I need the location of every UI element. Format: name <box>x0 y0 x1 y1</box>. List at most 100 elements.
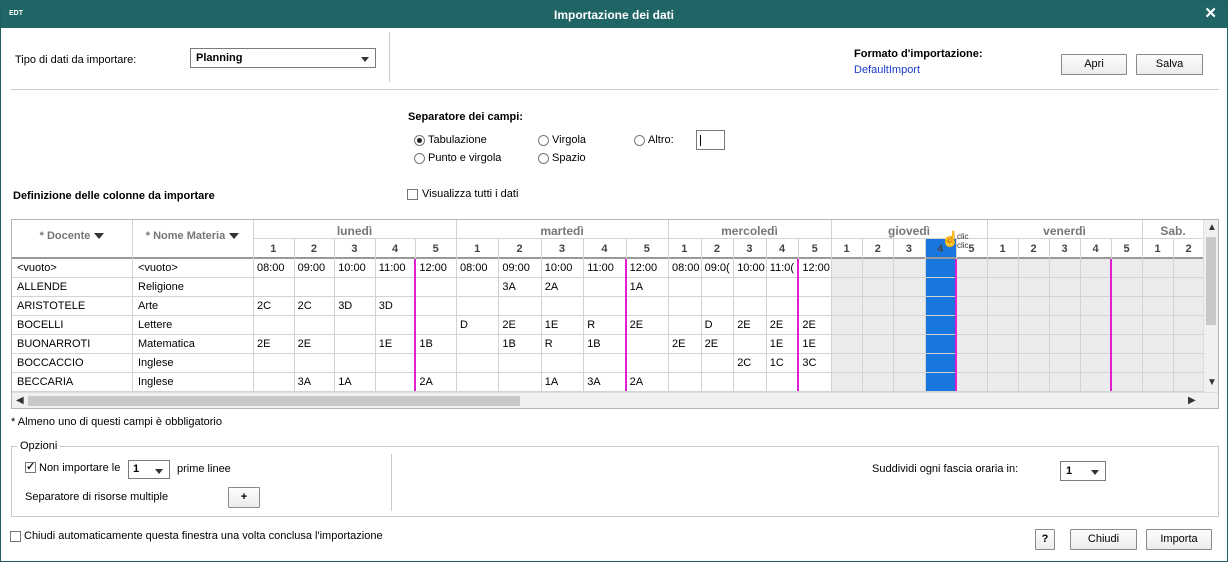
cell-value <box>799 296 831 315</box>
help-button[interactable]: ? <box>1035 529 1055 550</box>
cell-value <box>416 277 456 296</box>
skip-lines-checkbox[interactable] <box>25 460 36 473</box>
cell-value: 09:0( <box>704 262 730 274</box>
slot-header: 5 <box>432 243 439 255</box>
horizontal-scrollbar[interactable]: ◀ ▶ <box>12 392 1218 408</box>
slot-header: 1 <box>999 243 1006 255</box>
format-label: Formato d'importazione: <box>854 48 983 60</box>
multi-separator-button[interactable]: + <box>228 487 260 508</box>
cell-value <box>254 277 294 296</box>
radio-space-label: Spazio <box>552 152 586 164</box>
slot-header: 4 <box>392 243 399 255</box>
split-select[interactable]: 1 <box>1060 461 1106 481</box>
format-link[interactable]: DefaultImport <box>854 64 920 76</box>
slot-header: 4 <box>1092 243 1099 255</box>
chevron-down-icon <box>155 469 163 474</box>
radio-semicolon[interactable] <box>414 153 425 164</box>
vertical-scrollbar[interactable]: ▲ ▼ <box>1203 220 1218 392</box>
cell-value: 2E <box>257 338 271 350</box>
cell-value: 12:00 <box>629 262 658 274</box>
cell-value: 2A <box>629 376 644 388</box>
cell-value: 09:00 <box>297 262 326 274</box>
multi-separator-label: Separatore di risorse multiple <box>25 491 169 503</box>
show-all-label: Visualizza tutti i dati <box>422 188 519 200</box>
cell-value <box>627 296 668 315</box>
cell-value <box>376 372 416 391</box>
cell-value: D <box>460 319 468 331</box>
cell-value <box>669 296 701 315</box>
cell-value <box>335 353 375 372</box>
import-type-label: Tipo di dati da importare: <box>15 54 137 66</box>
day-header: venerdì <box>1043 224 1086 238</box>
slot-header: 1 <box>270 243 277 255</box>
title-bar: EDT Importazione dei dati ✕ <box>1 1 1227 28</box>
import-type-select[interactable]: Planning <box>190 48 376 68</box>
skip-lines-label: Non importare le <box>39 462 121 474</box>
scroll-right-icon[interactable]: ▶ <box>1188 395 1196 406</box>
split-label: Suddividi ogni fascia oraria in: <box>872 463 1019 475</box>
cell-value <box>254 315 294 334</box>
cell-value: 10:00 <box>338 262 366 274</box>
cell-value: 2C <box>257 300 272 312</box>
scroll-thumb[interactable] <box>1206 237 1216 325</box>
cell-value: 3C <box>802 357 817 369</box>
slot-header: 5 <box>1123 243 1130 255</box>
other-separator-input[interactable] <box>696 130 725 150</box>
scroll-up-icon[interactable]: ▲ <box>1207 222 1217 233</box>
cell-value <box>669 315 701 334</box>
cell-value <box>457 296 498 315</box>
text-caret <box>700 135 701 146</box>
divider <box>389 32 390 82</box>
dialog-title: Importazione dei dati <box>553 8 674 22</box>
import-grid[interactable]: * Docente * Nome Materia lunedì martedì merc… <box>11 219 1219 409</box>
required-note: * Almeno uno di questi campi è obbligato… <box>11 416 222 428</box>
cell-value <box>416 353 456 372</box>
close-icon[interactable]: ✕ <box>1204 6 1217 22</box>
skip-lines-select[interactable]: 1 <box>128 460 170 479</box>
cell-value <box>702 372 734 391</box>
slot-header: 2 <box>713 243 720 255</box>
cell-docente: BOCELLI <box>17 319 64 331</box>
auto-close-checkbox[interactable] <box>10 531 21 542</box>
cell-materia: Inglese <box>138 376 174 388</box>
cell-docente: ALLENDE <box>17 281 68 293</box>
cell-value <box>499 296 540 315</box>
cell-value: D <box>704 319 713 331</box>
day-header: lunedì <box>336 224 373 238</box>
radio-tabulation[interactable] <box>414 135 425 146</box>
column-header-docente[interactable]: * Docente <box>12 226 132 246</box>
slot-header: 1 <box>843 243 850 255</box>
cell-value: 1E <box>769 338 784 350</box>
import-button[interactable]: Importa <box>1146 529 1212 550</box>
save-button[interactable]: Salva <box>1136 54 1203 75</box>
cell-value: 08:00 <box>257 262 285 274</box>
cell-value: 08:00 <box>672 262 700 274</box>
scroll-thumb[interactable] <box>28 396 520 406</box>
column-header-materia[interactable]: * Nome Materia <box>132 226 253 246</box>
close-button[interactable]: Chiudi <box>1070 529 1137 550</box>
scroll-down-icon[interactable]: ▼ <box>1207 377 1217 388</box>
open-button[interactable]: Apri <box>1061 54 1127 75</box>
cell-value: 3D <box>338 300 353 312</box>
radio-other[interactable] <box>634 135 645 146</box>
slot-header: 1 <box>1154 243 1161 255</box>
cell-value <box>376 315 416 334</box>
show-all-checkbox[interactable] <box>407 189 418 200</box>
auto-close-label: Chiudi automaticamente questa finestra u… <box>24 530 383 542</box>
cell-value: 1A <box>629 281 644 293</box>
cell-value <box>542 296 583 315</box>
radio-other-label: Altro: <box>648 134 674 146</box>
cell-value: 2E <box>297 338 312 350</box>
cell-value: 10:00 <box>544 262 573 274</box>
radio-semicolon-label: Punto e virgola <box>428 152 502 164</box>
slot-header: 5 <box>811 243 818 255</box>
scroll-left-icon[interactable]: ◀ <box>16 395 24 406</box>
chevron-down-icon <box>361 57 369 62</box>
radio-space[interactable] <box>538 153 549 164</box>
radio-comma[interactable] <box>538 135 549 146</box>
cell-value <box>457 353 498 372</box>
cell-value <box>734 296 766 315</box>
cell-value <box>499 372 540 391</box>
cell-value: 12:00 <box>419 262 447 274</box>
skip-lines-value: 1 <box>133 463 140 475</box>
